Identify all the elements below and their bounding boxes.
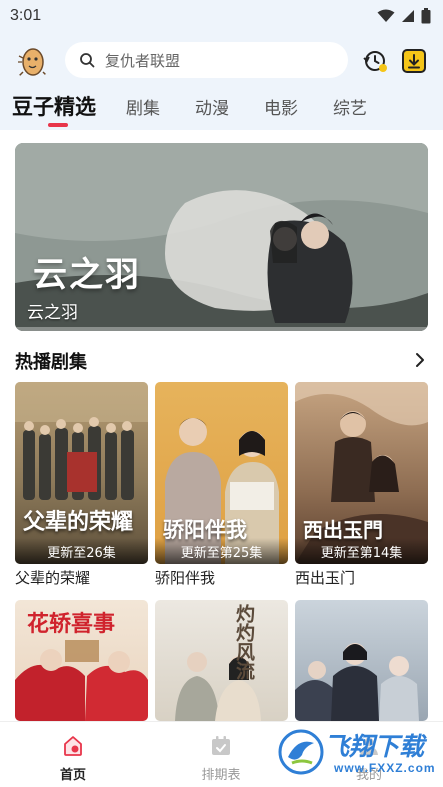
header: 复仇者联盟 豆子精选 剧集 动漫 电影 综艺 xyxy=(0,32,443,130)
nav-home[interactable]: 首页 xyxy=(13,722,133,787)
download-icon[interactable] xyxy=(401,48,427,74)
search-icon xyxy=(80,53,95,68)
episode-badge: 更新至第14集 xyxy=(295,538,428,564)
featured-banner[interactable]: 云之羽 云之羽 xyxy=(15,143,428,331)
card-title[interactable]: 父辈的荣耀 xyxy=(15,567,90,588)
card-title[interactable]: 西出玉门 xyxy=(295,567,355,588)
watermark: 飞翔下载 www.FXXZ.com xyxy=(276,725,436,781)
episode-badge: 更新至第25集 xyxy=(155,538,288,564)
card-poster xyxy=(295,643,419,721)
status-bar: 3:01 xyxy=(0,0,443,32)
category-tabs: 豆子精选 剧集 动漫 电影 综艺 xyxy=(0,90,443,130)
drama-card[interactable]: 父辈的荣耀 更新至26集 xyxy=(15,382,148,564)
watermark-text: 飞翔下载 xyxy=(324,732,425,761)
card-poster xyxy=(175,652,261,721)
nav-label: 排期表 xyxy=(201,768,241,783)
search-placeholder: 复仇者联盟 xyxy=(105,51,181,70)
nav-schedule[interactable]: 排期表 xyxy=(161,722,281,787)
active-tab-indicator xyxy=(48,123,68,127)
banner-progress-bar xyxy=(15,327,428,331)
card-poster xyxy=(15,382,148,500)
drama-card[interactable] xyxy=(295,600,428,721)
tab-movies[interactable]: 电影 xyxy=(264,94,298,119)
card-title[interactable]: 骄阳伴我 xyxy=(155,567,215,588)
nav-label: 首页 xyxy=(59,768,86,783)
avatar[interactable] xyxy=(13,42,51,80)
card-poster-title: 灼灼风流 xyxy=(233,604,255,680)
search-input[interactable]: 复仇者联盟 xyxy=(65,42,348,78)
card-poster-title: 父辈的荣耀 xyxy=(23,509,134,535)
drama-card[interactable]: 灼灼风流 xyxy=(155,600,288,721)
section-title: 热播剧集 xyxy=(15,352,87,373)
card-poster-title: 花轿喜事 xyxy=(27,611,116,637)
tab-variety[interactable]: 综艺 xyxy=(333,94,367,119)
watermark-url: www.FXXZ.com xyxy=(334,761,436,775)
status-icons xyxy=(377,8,431,24)
episode-badge: 更新至26集 xyxy=(15,538,148,564)
watermark-logo xyxy=(278,729,324,775)
battery-icon xyxy=(421,8,431,24)
tab-featured[interactable]: 豆子精选 xyxy=(12,91,96,121)
banner-title: 云之羽 xyxy=(27,303,78,323)
home-icon xyxy=(64,736,82,756)
tab-series[interactable]: 剧集 xyxy=(126,94,160,119)
chevron-right-icon[interactable] xyxy=(414,352,426,368)
calendar-icon xyxy=(212,736,230,755)
banner-poster-title: 云之羽 xyxy=(33,255,141,295)
drama-card[interactable]: 西出玉門 更新至第14集 xyxy=(295,382,428,564)
wifi-icon xyxy=(377,9,395,22)
history-icon[interactable] xyxy=(362,48,388,74)
drama-card[interactable]: 骄阳伴我 更新至第25集 xyxy=(155,382,288,564)
drama-card[interactable]: 花轿喜事 xyxy=(15,600,148,721)
cellular-signal-icon xyxy=(402,10,414,22)
status-time: 3:01 xyxy=(10,7,42,24)
tab-anime[interactable]: 动漫 xyxy=(195,94,229,119)
